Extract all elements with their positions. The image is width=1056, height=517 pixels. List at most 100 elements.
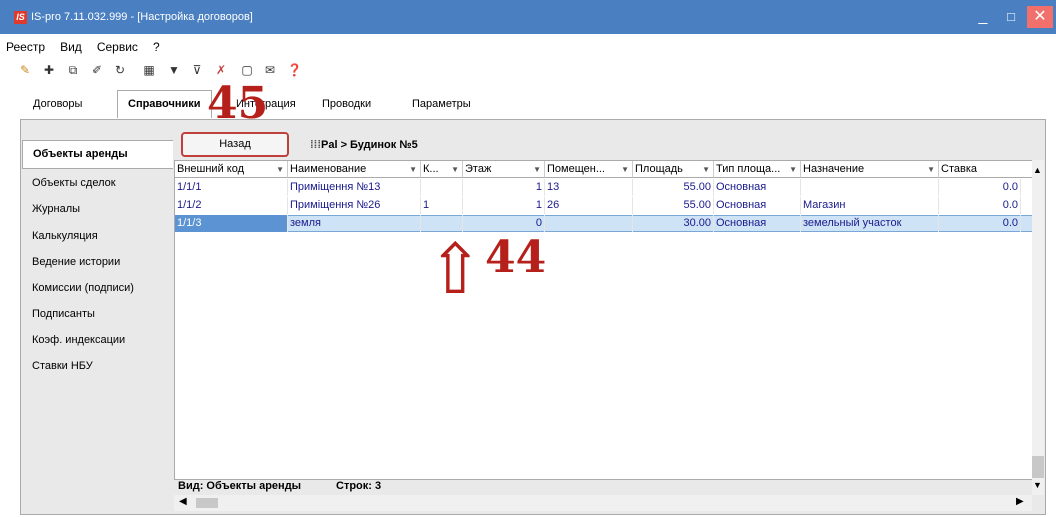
window-title: IS-pro 7.11.032.999 - [Настройка договор… (31, 11, 253, 23)
menu-item-service[interactable]: Сервис (91, 36, 144, 54)
column-header[interactable]: Площадь ▼ (633, 161, 714, 178)
scroll-up-icon[interactable]: ▲ (1033, 165, 1042, 175)
table-cell[interactable]: Магазин (801, 197, 939, 214)
table-cell[interactable]: Основная (714, 215, 801, 232)
back-button[interactable]: Назад (181, 132, 289, 157)
scroll-right-icon[interactable]: ▶ (1016, 496, 1024, 507)
column-header[interactable]: К... ▼ (421, 161, 463, 178)
scroll-left-icon[interactable]: ◀ (179, 496, 187, 507)
table-cell[interactable]: 1 (463, 179, 545, 196)
calendar-icon[interactable]: ▢ (240, 63, 254, 77)
filter-icon[interactable]: ▼ (621, 161, 629, 178)
add-icon[interactable]: ✚ (42, 63, 56, 77)
column-header[interactable]: Помещен... ▼ (545, 161, 633, 178)
tab-postings[interactable]: Проводки (322, 96, 371, 112)
table-cell[interactable]: 0.0 (939, 215, 1021, 232)
column-header[interactable]: Этаж ▼ (463, 161, 545, 178)
add-icon[interactable]: ✎ (18, 63, 32, 77)
scroll-thumb[interactable] (1032, 456, 1044, 478)
scroll-thumb[interactable] (196, 498, 218, 508)
sidebar-item-rental-objects[interactable]: Объекты аренды (22, 140, 173, 169)
column-header[interactable]: Назначение ▼ (801, 161, 939, 178)
sidebar: Объекты аренды Объекты сделок Журналы Ка… (22, 140, 173, 510)
sidebar-item-signers[interactable]: Подписанты (32, 308, 95, 320)
menu-item-help[interactable]: ? (147, 36, 166, 54)
table-row[interactable]: 1/1/2 (175, 197, 288, 214)
horizontal-scrollbar[interactable]: ◀ ▶ (174, 495, 1032, 511)
table-cell[interactable]: Приміщення №26 (288, 197, 421, 214)
table-cell[interactable]: 1 (463, 197, 545, 214)
filter-remove-icon[interactable]: ✗ (214, 63, 228, 77)
minimize-button[interactable]: _ (970, 6, 996, 28)
tab-parameters[interactable]: Параметры (412, 96, 471, 112)
table-cell[interactable]: Основная (714, 179, 801, 196)
table-row[interactable]: 1/1/1 (175, 179, 288, 196)
row-count: Строк: 3 (336, 480, 382, 492)
app-logo: IS (14, 11, 27, 24)
table-cell[interactable]: 55.00 (633, 179, 714, 196)
table-cell[interactable]: земельный участок (801, 215, 939, 232)
sidebar-item-label: Объекты аренды (33, 148, 128, 160)
table-cell[interactable]: земля (288, 215, 421, 232)
annotation-number: 45 (207, 78, 269, 129)
table-icon[interactable]: ▦ (142, 63, 156, 77)
tab-contracts[interactable]: Договоры (33, 96, 82, 112)
table-cell[interactable]: Основная (714, 197, 801, 214)
copy-icon[interactable]: ⧉ (66, 63, 80, 77)
refresh-icon[interactable]: ↻ (113, 63, 127, 77)
close-button[interactable]: ✕ (1027, 6, 1053, 28)
menu-item-view[interactable]: Вид (54, 36, 88, 54)
sidebar-item-nbu-rates[interactable]: Ставки НБУ (32, 360, 93, 372)
table-cell[interactable] (801, 179, 939, 196)
menu-bar: Реестр Вид Сервис ? (0, 36, 1056, 56)
table-cell[interactable] (421, 179, 463, 196)
grid-icon: ⁞⁞⁞ (310, 139, 321, 151)
edit-icon[interactable]: ✐ (90, 63, 104, 77)
column-header[interactable]: Наименование ▼ (288, 161, 421, 178)
table-cell[interactable] (545, 215, 633, 232)
title-bar: IS IS-pro 7.11.032.999 - [Настройка дого… (0, 0, 1056, 34)
annotation-number: 44 (485, 232, 547, 283)
sidebar-item-history[interactable]: Ведение истории (32, 256, 120, 268)
main-tabs: Договоры Справочники Интеграция Проводки… (0, 90, 1056, 120)
table-cell[interactable]: Приміщення №13 (288, 179, 421, 196)
sidebar-item-journals[interactable]: Журналы (32, 203, 80, 215)
filter-icon[interactable]: ▼ (789, 161, 797, 178)
menu-item-registry[interactable]: Реестр (0, 36, 51, 54)
table-cell[interactable]: 0.0 (939, 179, 1021, 196)
mail-icon[interactable]: ✉ (263, 63, 277, 77)
column-header[interactable]: Ставка (939, 161, 1033, 178)
column-header[interactable]: Внешний код ▼ (175, 161, 288, 178)
maximize-button[interactable]: □ (998, 6, 1024, 28)
filter-icon[interactable]: ▼ (702, 161, 710, 178)
sidebar-item-indexation[interactable]: Коэф. индексации (32, 334, 125, 346)
data-grid: Внешний код ▼ Наименование ▼ К... ▼ Этаж ▼ П… (174, 160, 1034, 480)
breadcrumb: ⁞⁞⁞Pal > Будинок №5 (310, 139, 418, 151)
filter-icon[interactable]: ▼ (409, 161, 417, 178)
filter-icon[interactable]: ▼ (451, 161, 459, 178)
table-cell[interactable]: 55.00 (633, 197, 714, 214)
filter-icon[interactable]: ▼ (927, 161, 935, 178)
filter-clear-icon[interactable]: ⊽ (190, 63, 204, 77)
table-cell[interactable]: 26 (545, 197, 633, 214)
table-cell[interactable]: 30.00 (633, 215, 714, 232)
filter-icon[interactable]: ▼ (533, 161, 541, 178)
table-row[interactable]: 1/1/3 (175, 215, 288, 232)
scroll-down-icon[interactable]: ▼ (1033, 480, 1042, 490)
view-label: Вид: Объекты аренды (178, 480, 302, 492)
table-cell[interactable]: 13 (545, 179, 633, 196)
filter-icon[interactable]: ▼ (167, 63, 181, 77)
filter-icon[interactable]: ▼ (276, 161, 284, 178)
table-cell[interactable]: 1 (421, 197, 463, 214)
sidebar-item-deal-objects[interactable]: Объекты сделок (32, 177, 116, 189)
table-cell[interactable]: 0.0 (939, 197, 1021, 214)
sidebar-item-calculation[interactable]: Калькуляция (32, 230, 98, 242)
toolbar: ✎ ✚ ⧉ ✐ ↻ ▦ ▼ ⊽ ✗ ▢ ✉ ❓ (0, 58, 1056, 84)
tab-directories[interactable]: Справочники (117, 90, 212, 118)
help-icon[interactable]: ❓ (287, 63, 302, 77)
grid-footer: Вид: Объекты аренды Строк: 3 (174, 478, 1032, 494)
vertical-scrollbar[interactable]: ▲ ▼ (1032, 160, 1044, 495)
column-header[interactable]: Тип площа... ▼ (714, 161, 801, 178)
arrow-up-icon: ⇧ (426, 228, 485, 310)
sidebar-item-commissions[interactable]: Комиссии (подписи) (32, 282, 134, 294)
